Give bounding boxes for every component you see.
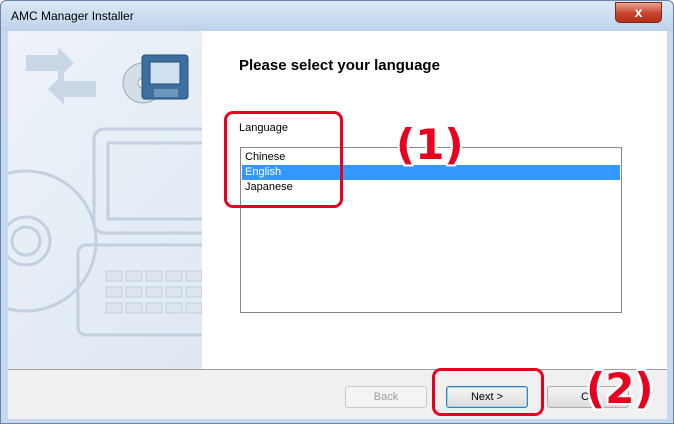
close-icon: x (634, 4, 643, 20)
annotation-box-language (224, 111, 343, 208)
installer-banner-image (8, 31, 202, 369)
annotation-box-next (432, 368, 544, 416)
window-title: AMC Manager Installer (11, 9, 134, 23)
cd-illustration (8, 169, 98, 313)
close-button[interactable]: x (615, 2, 662, 23)
annotation-label-1: (1) (396, 120, 464, 169)
installer-window: AMC Manager Installer x Please select yo… (0, 0, 674, 424)
computer-cd-icon (122, 54, 189, 104)
dialog-client-area: Please select your language Language Chi… (8, 31, 667, 419)
annotation-label-2: (2) (586, 364, 654, 413)
transfer-arrows-icon (26, 47, 96, 105)
keyboard-keys-illustration (105, 270, 202, 314)
page-title: Please select your language (239, 57, 440, 74)
title-bar[interactable]: AMC Manager Installer x (1, 1, 673, 31)
back-button[interactable]: Back (345, 386, 427, 408)
